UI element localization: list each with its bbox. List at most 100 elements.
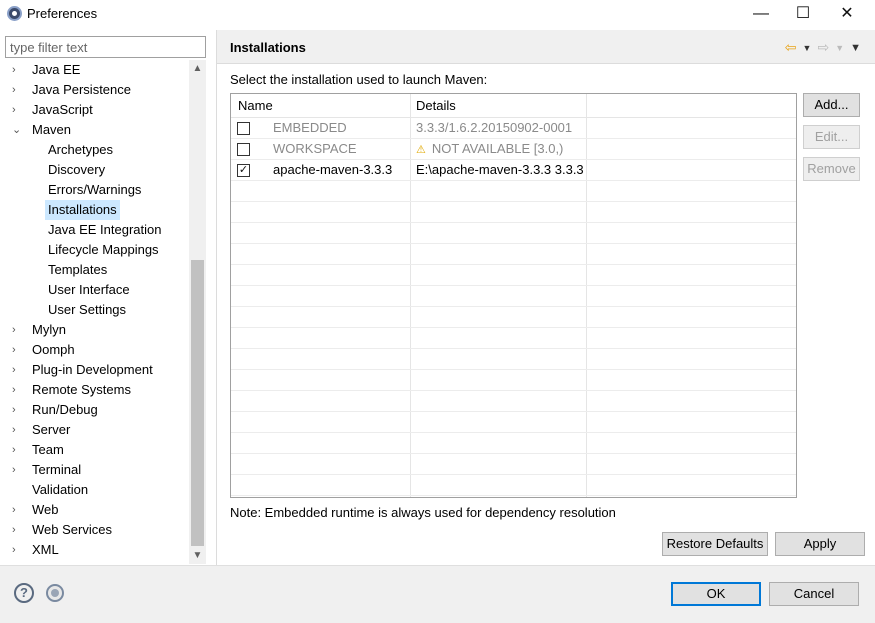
expand-chevron-icon[interactable]: › [12,520,22,540]
tree-item[interactable]: › Server [5,420,190,440]
tree-item[interactable]: Discovery [5,160,190,180]
expand-chevron-icon[interactable]: › [12,400,22,420]
tree-item[interactable]: › Oomph [5,340,190,360]
tree-item[interactable]: › Java EE [5,60,190,80]
cancel-button[interactable]: Cancel [769,582,859,606]
tree-item[interactable]: Lifecycle Mappings [5,240,190,260]
tree-item[interactable]: Java EE Integration [5,220,190,240]
expand-chevron-icon[interactable]: › [12,360,22,380]
expand-chevron-icon[interactable]: › [12,460,22,480]
installation-checkbox[interactable] [237,122,250,135]
tree-item[interactable]: › Java Persistence [5,80,190,100]
tree-item-label: User Settings [48,302,127,317]
sash[interactable] [216,30,217,565]
forward-dropdown-icon[interactable]: ▼ [835,43,844,53]
installations-table[interactable]: Name Details EMBEDDED 3.3.3/1.6.2.2015090… [230,93,797,498]
expand-chevron-icon[interactable]: › [12,320,22,340]
tree-item[interactable]: Archetypes [5,140,190,160]
expand-chevron-icon[interactable]: › [12,60,22,80]
table-row [231,202,796,223]
expand-chevron-icon[interactable]: › [12,500,22,520]
scroll-thumb[interactable] [191,260,204,546]
expand-chevron-icon[interactable]: › [12,540,22,560]
installation-checkbox[interactable]: ✓ [237,164,250,177]
installation-name: WORKSPACE [273,141,357,156]
table-row[interactable]: WORKSPACE ⚠ NOT AVAILABLE [3.0,) [231,139,796,160]
table-row [231,223,796,244]
filter-input[interactable] [6,37,205,57]
expand-chevron-icon[interactable]: › [12,440,22,460]
column-header-details[interactable]: Details [416,98,456,113]
restore-defaults-button[interactable]: Restore Defaults [662,532,768,556]
edit-button[interactable]: Edit... [803,125,860,149]
tree-item-label: Plug-in Development [32,362,153,377]
table-row [231,244,796,265]
tree-item[interactable]: Installations [5,200,190,220]
tree-item-label: Validation [32,482,89,497]
expand-chevron-icon[interactable]: › [12,100,22,120]
installation-checkbox[interactable] [237,143,250,156]
table-row [231,265,796,286]
table-row [231,433,796,454]
page-header: Installations ⇦ ▼ ⇨ ▼ ▼ [217,30,875,64]
tree-item[interactable]: Errors/Warnings [5,180,190,200]
eclipse-icon [7,6,22,21]
tree-item[interactable]: User Interface [5,280,190,300]
title-bar: Preferences — ☐ ✕ [0,0,875,30]
expand-chevron-icon[interactable]: › [12,380,22,400]
tree-item-label: Maven [32,122,72,137]
back-dropdown-icon[interactable]: ▼ [803,43,812,53]
tree-item[interactable]: › Terminal [5,460,190,480]
view-menu-icon[interactable]: ▼ [850,42,861,54]
tree-item-label: Archetypes [48,142,114,157]
tree-item-label: Java EE [32,62,81,77]
tree-item-label: User Interface [48,282,130,297]
minimize-button[interactable]: — [739,0,783,28]
table-row [231,454,796,475]
tree-item[interactable]: ⌄ Maven [5,120,190,140]
ok-button[interactable]: OK [671,582,761,606]
tree-list: › Java EE › Java Persistence › JavaScript ⌄ Mav… [5,60,190,560]
remove-button[interactable]: Remove [803,157,860,181]
tree-scrollbar[interactable]: ▲ ▼ [189,60,206,564]
column-header-name[interactable]: Name [238,98,273,113]
tree-item[interactable]: User Settings [5,300,190,320]
tree-item[interactable]: › Web [5,500,190,520]
tree-item[interactable]: › Plug-in Development [5,360,190,380]
tree-item[interactable]: › JavaScript [5,100,190,120]
maximize-button[interactable]: ☐ [781,0,825,28]
installation-details: E:\apache-maven-3.3.3 3.3.3 [416,160,584,180]
tree-item-label: Discovery [48,162,106,177]
tree-item[interactable]: Templates [5,260,190,280]
expand-chevron-icon[interactable]: › [12,420,22,440]
tree-item[interactable]: › Remote Systems [5,380,190,400]
tree-item[interactable]: Validation [5,480,190,500]
installation-details: ⚠ NOT AVAILABLE [3.0,) [416,139,563,160]
scroll-up-icon[interactable]: ▲ [189,60,206,77]
table-row[interactable]: EMBEDDED 3.3.3/1.6.2.20150902-0001 [231,118,796,139]
filter-field[interactable] [5,36,206,58]
scroll-down-icon[interactable]: ▼ [189,547,206,564]
tree-item[interactable]: › Team [5,440,190,460]
expand-chevron-icon[interactable]: › [12,80,22,100]
tree-item[interactable]: › XML [5,540,190,560]
apply-button[interactable]: Apply [775,532,865,556]
tree-item-label: Run/Debug [32,402,98,417]
tree-item[interactable]: › Run/Debug [5,400,190,420]
oomph-preference-recorder-icon[interactable] [46,584,64,602]
table-row[interactable]: ✓ apache-maven-3.3.3 E:\apache-maven-3.3.3… [231,160,796,181]
warning-icon: ⚠ [416,144,426,156]
tree-item-label: Installations [45,200,120,220]
installation-details: 3.3.3/1.6.2.20150902-0001 [416,118,572,138]
add-button[interactable]: Add... [803,93,860,117]
installation-name: apache-maven-3.3.3 [273,162,393,177]
help-icon[interactable]: ? [14,583,34,603]
forward-arrow-icon[interactable]: ⇨ [817,39,829,56]
tree-item[interactable]: › Web Services [5,520,190,540]
collapse-chevron-icon[interactable]: ⌄ [12,120,22,140]
close-button[interactable]: ✕ [825,0,869,28]
back-arrow-icon[interactable]: ⇦ [785,39,797,56]
expand-chevron-icon[interactable]: › [12,340,22,360]
table-row [231,391,796,412]
tree-item[interactable]: › Mylyn [5,320,190,340]
